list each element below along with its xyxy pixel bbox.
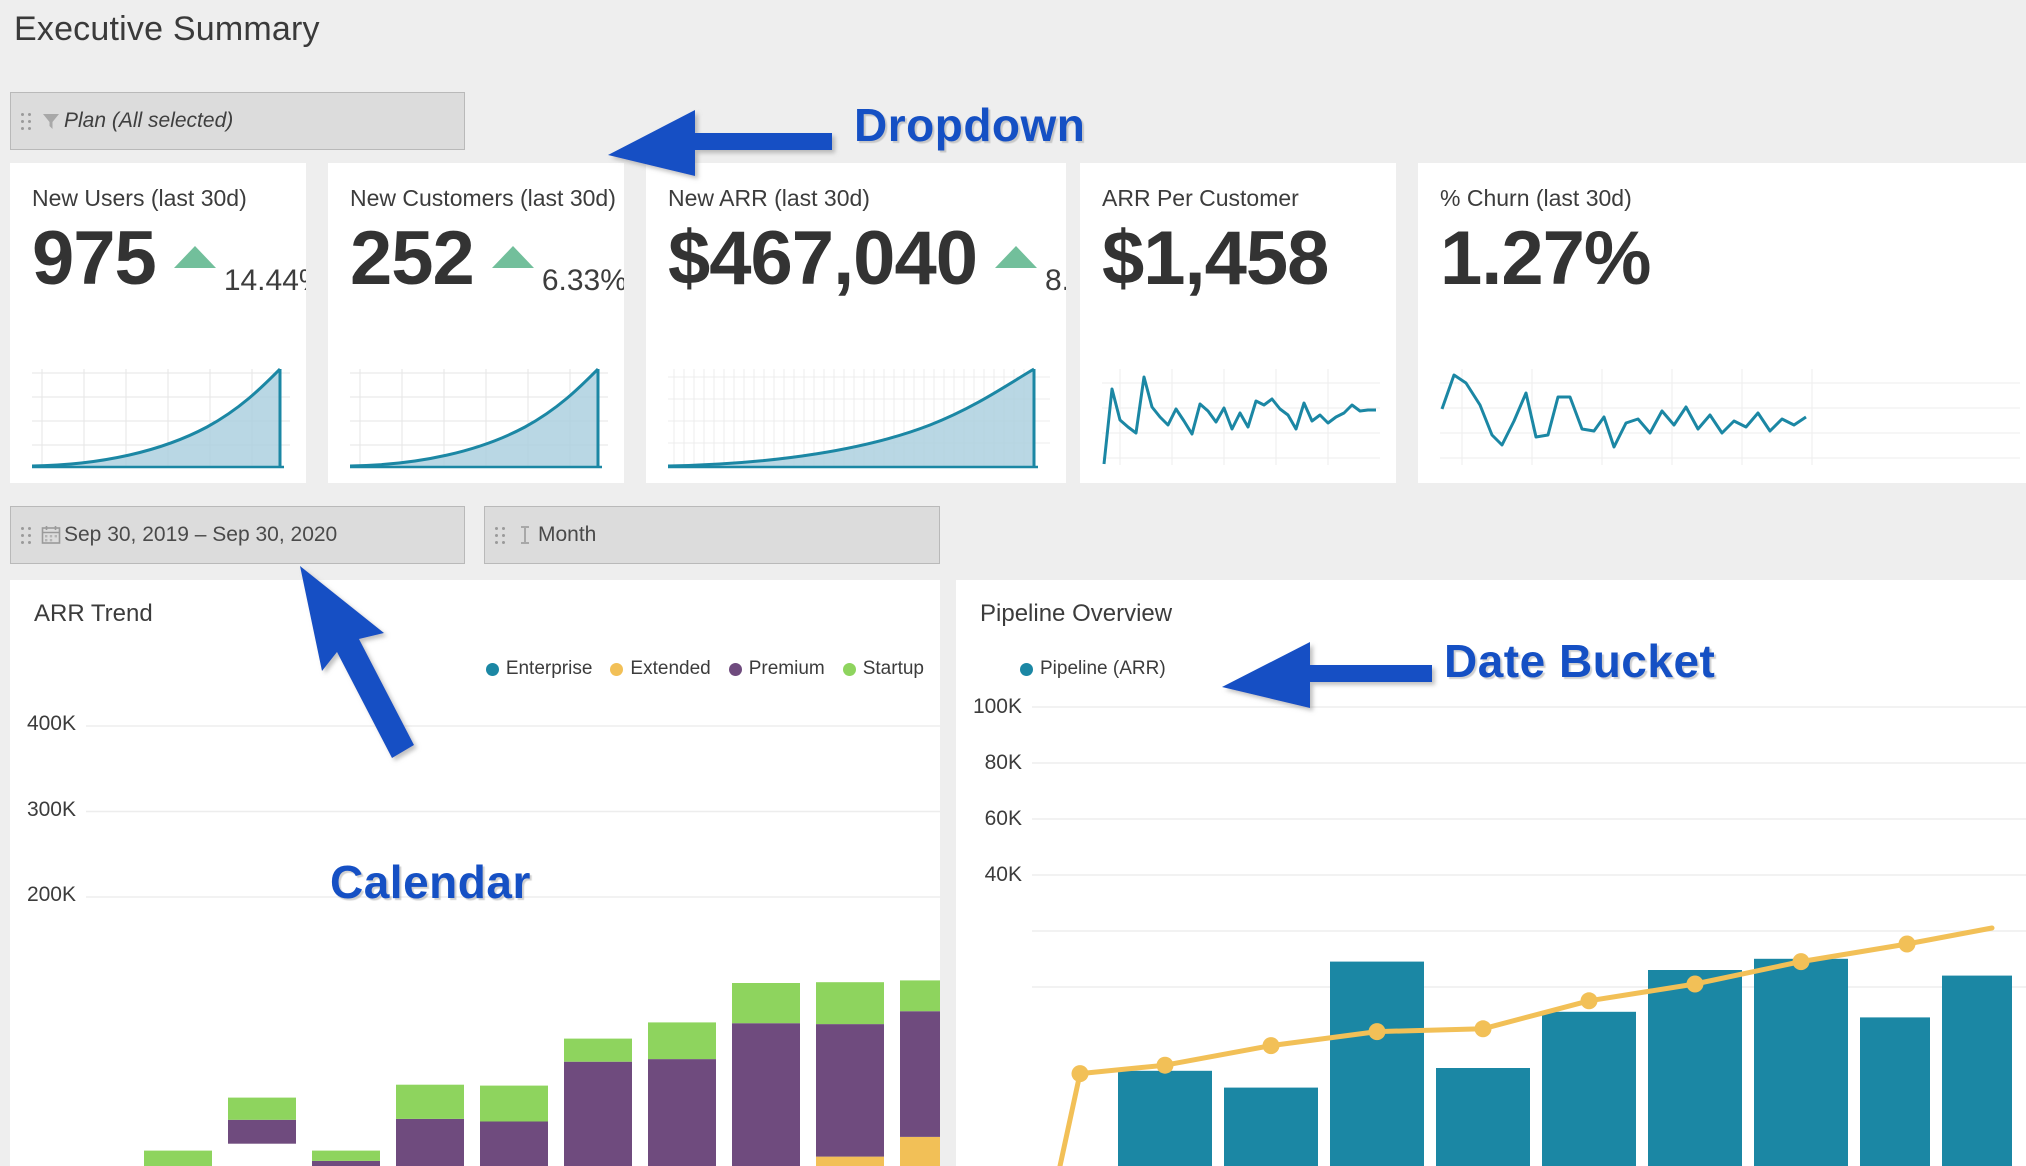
funnel-icon [38, 111, 64, 131]
bucket-filter-label: Month [538, 523, 597, 546]
kpi-delta-value: 6.33% [541, 264, 624, 297]
annotation-label-date-bucket: Date Bucket [1444, 635, 1716, 687]
y-axis-tick: 400K [26, 712, 76, 735]
y-axis-tick: 200K [26, 883, 76, 906]
kpi-title: % Churn (last 30d) [1440, 185, 1632, 211]
kpi-card[interactable]: New Users (last 30d) 975 14.44% [10, 163, 306, 483]
trend-up-icon [995, 246, 1037, 268]
kpi-title: New Users (last 30d) [32, 185, 247, 211]
bar-group [396, 1084, 464, 1166]
kpi-value: 975 [32, 216, 157, 301]
sparkline-area [350, 367, 608, 469]
bar-group [900, 980, 940, 1166]
bar-group [564, 1038, 632, 1166]
date-filter-label: Sep 30, 2019 – Sep 30, 2020 [64, 523, 338, 546]
bar-group [648, 1022, 716, 1166]
bar-group [480, 1085, 548, 1166]
kpi-card[interactable]: % Churn (last 30d) 1.27% [1418, 163, 2026, 483]
sparkline-area [32, 367, 290, 469]
bar-group [816, 982, 884, 1166]
panel-title: Pipeline Overview [980, 600, 1173, 627]
kpi-value: 1.27% [1440, 216, 1651, 301]
y-axis-tick: 300K [26, 798, 76, 821]
kpi-title: New ARR (last 30d) [668, 185, 870, 211]
page-title: Executive Summary [14, 10, 320, 48]
bucket-filter[interactable]: Month [484, 506, 940, 564]
kpi-card[interactable]: ARR Per Customer $1,458 [1080, 163, 1396, 483]
bar-group [228, 1097, 296, 1144]
sparkline-line [1102, 369, 1380, 465]
sparkline-line [1440, 369, 2020, 465]
kpi-card[interactable]: New ARR (last 30d) $467,040 8.41% [646, 163, 1066, 483]
kpi-delta: 8.41% [995, 246, 1066, 297]
kpi-delta: 14.44% [173, 246, 306, 297]
kpi-title: ARR Per Customer [1102, 185, 1299, 211]
drag-handle-icon[interactable] [20, 522, 32, 548]
drag-handle-icon[interactable] [20, 108, 32, 134]
kpi-value: $467,040 [668, 216, 978, 301]
kpi-delta-value: 8.41% [1045, 264, 1066, 297]
pipeline-plot [1032, 706, 2026, 1166]
plan-filter-label: Plan (All selected) [64, 109, 234, 132]
bar-group [144, 1150, 212, 1166]
annotation-label-calendar: Calendar [330, 856, 531, 908]
bar-group [732, 983, 800, 1166]
y-axis-tick: 100K [972, 695, 1022, 718]
annotation-label-dropdown: Dropdown [854, 99, 1086, 151]
bar-group [1118, 958, 2012, 1166]
y-axis-tick: 40K [984, 863, 1022, 886]
kpi-delta: 6.33% [491, 246, 624, 297]
bar-group [312, 1150, 380, 1166]
trend-up-icon [173, 246, 216, 268]
kpi-value: $1,458 [1102, 216, 1329, 301]
kpi-title: New Customers (last 30d) [350, 185, 616, 211]
y-axis-tick: 80K [984, 751, 1022, 774]
kpi-value: 252 [350, 216, 475, 301]
y-axis-tick: 60K [984, 807, 1022, 830]
date-filter[interactable]: Sep 30, 2019 – Sep 30, 2020 [10, 506, 465, 564]
kpi-delta-value: 14.44% [223, 264, 306, 297]
plan-filter[interactable]: Plan (All selected) [10, 92, 465, 150]
panel-title: ARR Trend [34, 600, 153, 627]
drag-handle-icon[interactable] [494, 522, 506, 548]
kpi-card[interactable]: New Customers (last 30d) 252 6.33% [328, 163, 624, 483]
trend-up-icon [491, 246, 534, 268]
sparkline-area [668, 367, 1050, 469]
calendar-icon [38, 524, 64, 546]
text-cursor-icon [512, 524, 538, 546]
